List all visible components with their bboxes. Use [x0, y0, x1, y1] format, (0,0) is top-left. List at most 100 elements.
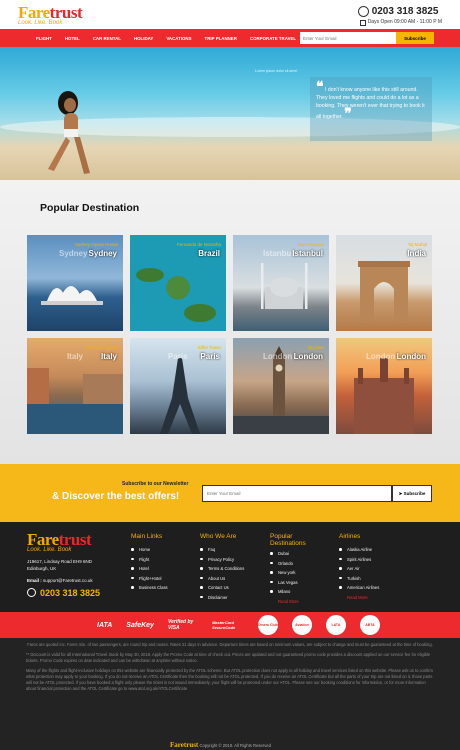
footer-link[interactable]: Privacy Policy: [200, 557, 244, 562]
logo[interactable]: Faretrust Look. Like. Book: [18, 3, 83, 26]
read-more-link[interactable]: Read More: [270, 599, 328, 604]
footer-link[interactable]: Disclaimer: [200, 595, 244, 600]
card-ghost-label: Paris: [168, 352, 188, 361]
footer-link[interactable]: Milano: [270, 589, 328, 594]
footer-link[interactable]: Dubai: [270, 551, 328, 556]
col-title: Airlines: [339, 533, 361, 540]
card-ghost-label: Sydney: [59, 249, 88, 258]
header-hours: Days Open 09:00 AM - 11:00 P M: [367, 19, 442, 25]
destination-card-sydney[interactable]: Sydney Opera House Sydney Sydney: [27, 235, 123, 331]
footer-link[interactable]: About Us: [200, 576, 244, 581]
footer-link[interactable]: Terms & Conditions: [200, 566, 244, 571]
card-landmark: Grand of Venice: [85, 345, 118, 350]
footer-link[interactable]: Turkish: [339, 576, 379, 581]
phone-icon: [357, 6, 369, 17]
destination-card-london[interactable]: London London: [336, 338, 432, 434]
destination-card-italy[interactable]: Grand of Venice Italy Italy: [27, 338, 123, 434]
beach-woman-image: [48, 91, 90, 174]
legal-paragraph: ** Discount is valid for all Internation…: [26, 652, 431, 663]
card-city: London: [396, 352, 426, 361]
testimonial-quote: ❝ I don't know anyone like this still ar…: [310, 77, 432, 141]
card-ghost-label: London: [366, 352, 396, 361]
card-ghost-label: Italy: [67, 352, 84, 361]
footer-address: J19617, Lindsay Road EH9 6ND Edinburgh, …: [27, 559, 92, 572]
card-ghost-label: London: [263, 352, 293, 361]
footer-col-popular-destinations: Popular Destinations Dubai Orlando New y…: [270, 533, 328, 604]
footer-phone-icon: [27, 588, 36, 597]
nav-subscribe-button[interactable]: Subscribe: [396, 32, 434, 44]
footer-link[interactable]: Las Vegas: [270, 580, 328, 585]
verified-by-visa-logo: Verified by VISA: [167, 619, 194, 631]
nav-trip-planner[interactable]: TRIP PLANNER: [205, 36, 237, 41]
footer-email: Email : support@Faretrust.co.uk: [27, 578, 93, 583]
newsletter-subscribe-button[interactable]: ➤ Subscribe: [392, 485, 432, 502]
card-city: Istanbul: [292, 249, 323, 258]
popular-title: Popular Destination: [40, 202, 140, 214]
footer-link[interactable]: American Airlines: [339, 585, 379, 590]
legal-paragraph: Fares are quoted inc. Fares min. of two …: [27, 642, 433, 647]
footer-link[interactable]: Flight: [131, 557, 168, 562]
newsletter-subscribe-label: Subscribe: [403, 490, 426, 496]
nav-hotel[interactable]: HOTEL: [65, 36, 80, 41]
address-line: Edinburgh, UK: [27, 565, 57, 571]
footer-link[interactable]: Spirit Airlines: [339, 557, 379, 562]
mastercard-securecode-logo: MasterCard SecureCode: [211, 620, 236, 630]
nav-flight[interactable]: FLIGHT: [36, 36, 52, 41]
footer-link[interactable]: Contact Us: [200, 585, 244, 590]
quote-close-icon: ❞: [344, 105, 352, 121]
card-landmark: Big Ben: [308, 345, 324, 350]
legal-text: Fares are quoted inc. Fares min. of two …: [0, 638, 460, 750]
card-city: Paris: [200, 352, 220, 361]
newsletter-headline: & Discover the best offers!: [52, 491, 180, 502]
destination-card-brazil[interactable]: Fernando de Noronha Brazil: [130, 235, 226, 331]
card-landmark: Eiffel Tower: [197, 345, 221, 350]
footer-link[interactable]: Alaska Airline: [339, 547, 379, 552]
destination-card-london-big-ben[interactable]: Big Ben London London: [233, 338, 329, 434]
email-link[interactable]: support@Faretrust.co.uk: [43, 578, 93, 583]
destination-card-paris[interactable]: Eiffel Tower Paris Paris: [130, 338, 226, 434]
card-landmark: Fernando de Noronha: [176, 242, 221, 247]
newsletter-subtitle: Subscribe to our Newsletter: [122, 481, 189, 487]
testimonial-text: I don't know anyone like this still arou…: [316, 87, 425, 120]
card-city: India: [407, 249, 426, 258]
footer-phone[interactable]: 0203 318 3825: [40, 588, 100, 598]
destination-card-india[interactable]: Taj Mahal India: [336, 235, 432, 331]
footer-logo[interactable]: Faretrust Look. Like. Book: [27, 530, 92, 553]
card-city: Italy: [100, 352, 117, 361]
copy-logo-b: trust: [183, 741, 199, 749]
quote-open-icon: ❝: [316, 78, 324, 94]
nav-newsletter: Subscribe: [300, 32, 434, 44]
footer-link[interactable]: Aer Air: [339, 566, 379, 571]
copyright-text: Copyright © 2018. All Rights Reserved: [199, 743, 271, 748]
destination-grid: Sydney Opera House Sydney Sydney Fernand…: [27, 235, 432, 434]
read-more-link[interactable]: Read More: [339, 595, 379, 600]
footer: Faretrust Look. Like. Book J19617, Linds…: [0, 522, 460, 612]
footer-link[interactable]: Faq: [200, 547, 244, 552]
card-ghost-label: Istanbul: [263, 249, 294, 258]
nav-car-rental[interactable]: CAR RENTAL: [93, 36, 121, 41]
address-line: J19617, Lindsay Road EH9 6ND: [27, 559, 93, 564]
newsletter-email-input[interactable]: [202, 485, 392, 502]
top-header: Faretrust Look. Like. Book 0203 318 3825…: [0, 0, 460, 29]
footer-link[interactable]: Hotel: [131, 566, 168, 571]
nav-holiday[interactable]: HOLIDAY: [134, 36, 153, 41]
footer-link[interactable]: Business Class: [131, 585, 168, 590]
partner-logos-bar: IATA SafeKey Verified by VISA MasterCard…: [0, 612, 460, 638]
footer-link[interactable]: Flight+Hotel: [131, 576, 168, 581]
copyright: Faretrust Copyright © 2018. All Rights R…: [170, 742, 271, 749]
col-title: Popular Destinations: [270, 533, 306, 547]
nav-email-input[interactable]: [300, 32, 396, 44]
iata-logo: IATA: [97, 621, 113, 629]
aviation-logo: Aviation: [291, 615, 312, 635]
nav-vacations[interactable]: VACATIONS: [166, 36, 191, 41]
col-title: Who We Are: [200, 533, 237, 540]
footer-link[interactable]: Home: [131, 547, 168, 552]
header-phone[interactable]: 0203 318 3825: [358, 6, 442, 17]
popular-destinations-section: Popular Destination Sydney Opera House S…: [0, 180, 460, 464]
nav-corporate-travel[interactable]: CORPORATE TRAVEL: [250, 36, 296, 41]
destination-card-istanbul[interactable]: Blue Mosque Istanbul Istanbul: [233, 235, 329, 331]
footer-link[interactable]: New york: [270, 570, 328, 575]
footer-link[interactable]: Orlando: [270, 561, 328, 566]
lata-logo: LATA: [325, 615, 346, 635]
footer-col-airlines: Airlines Alaska Airline Spirit Airlines …: [339, 533, 379, 600]
